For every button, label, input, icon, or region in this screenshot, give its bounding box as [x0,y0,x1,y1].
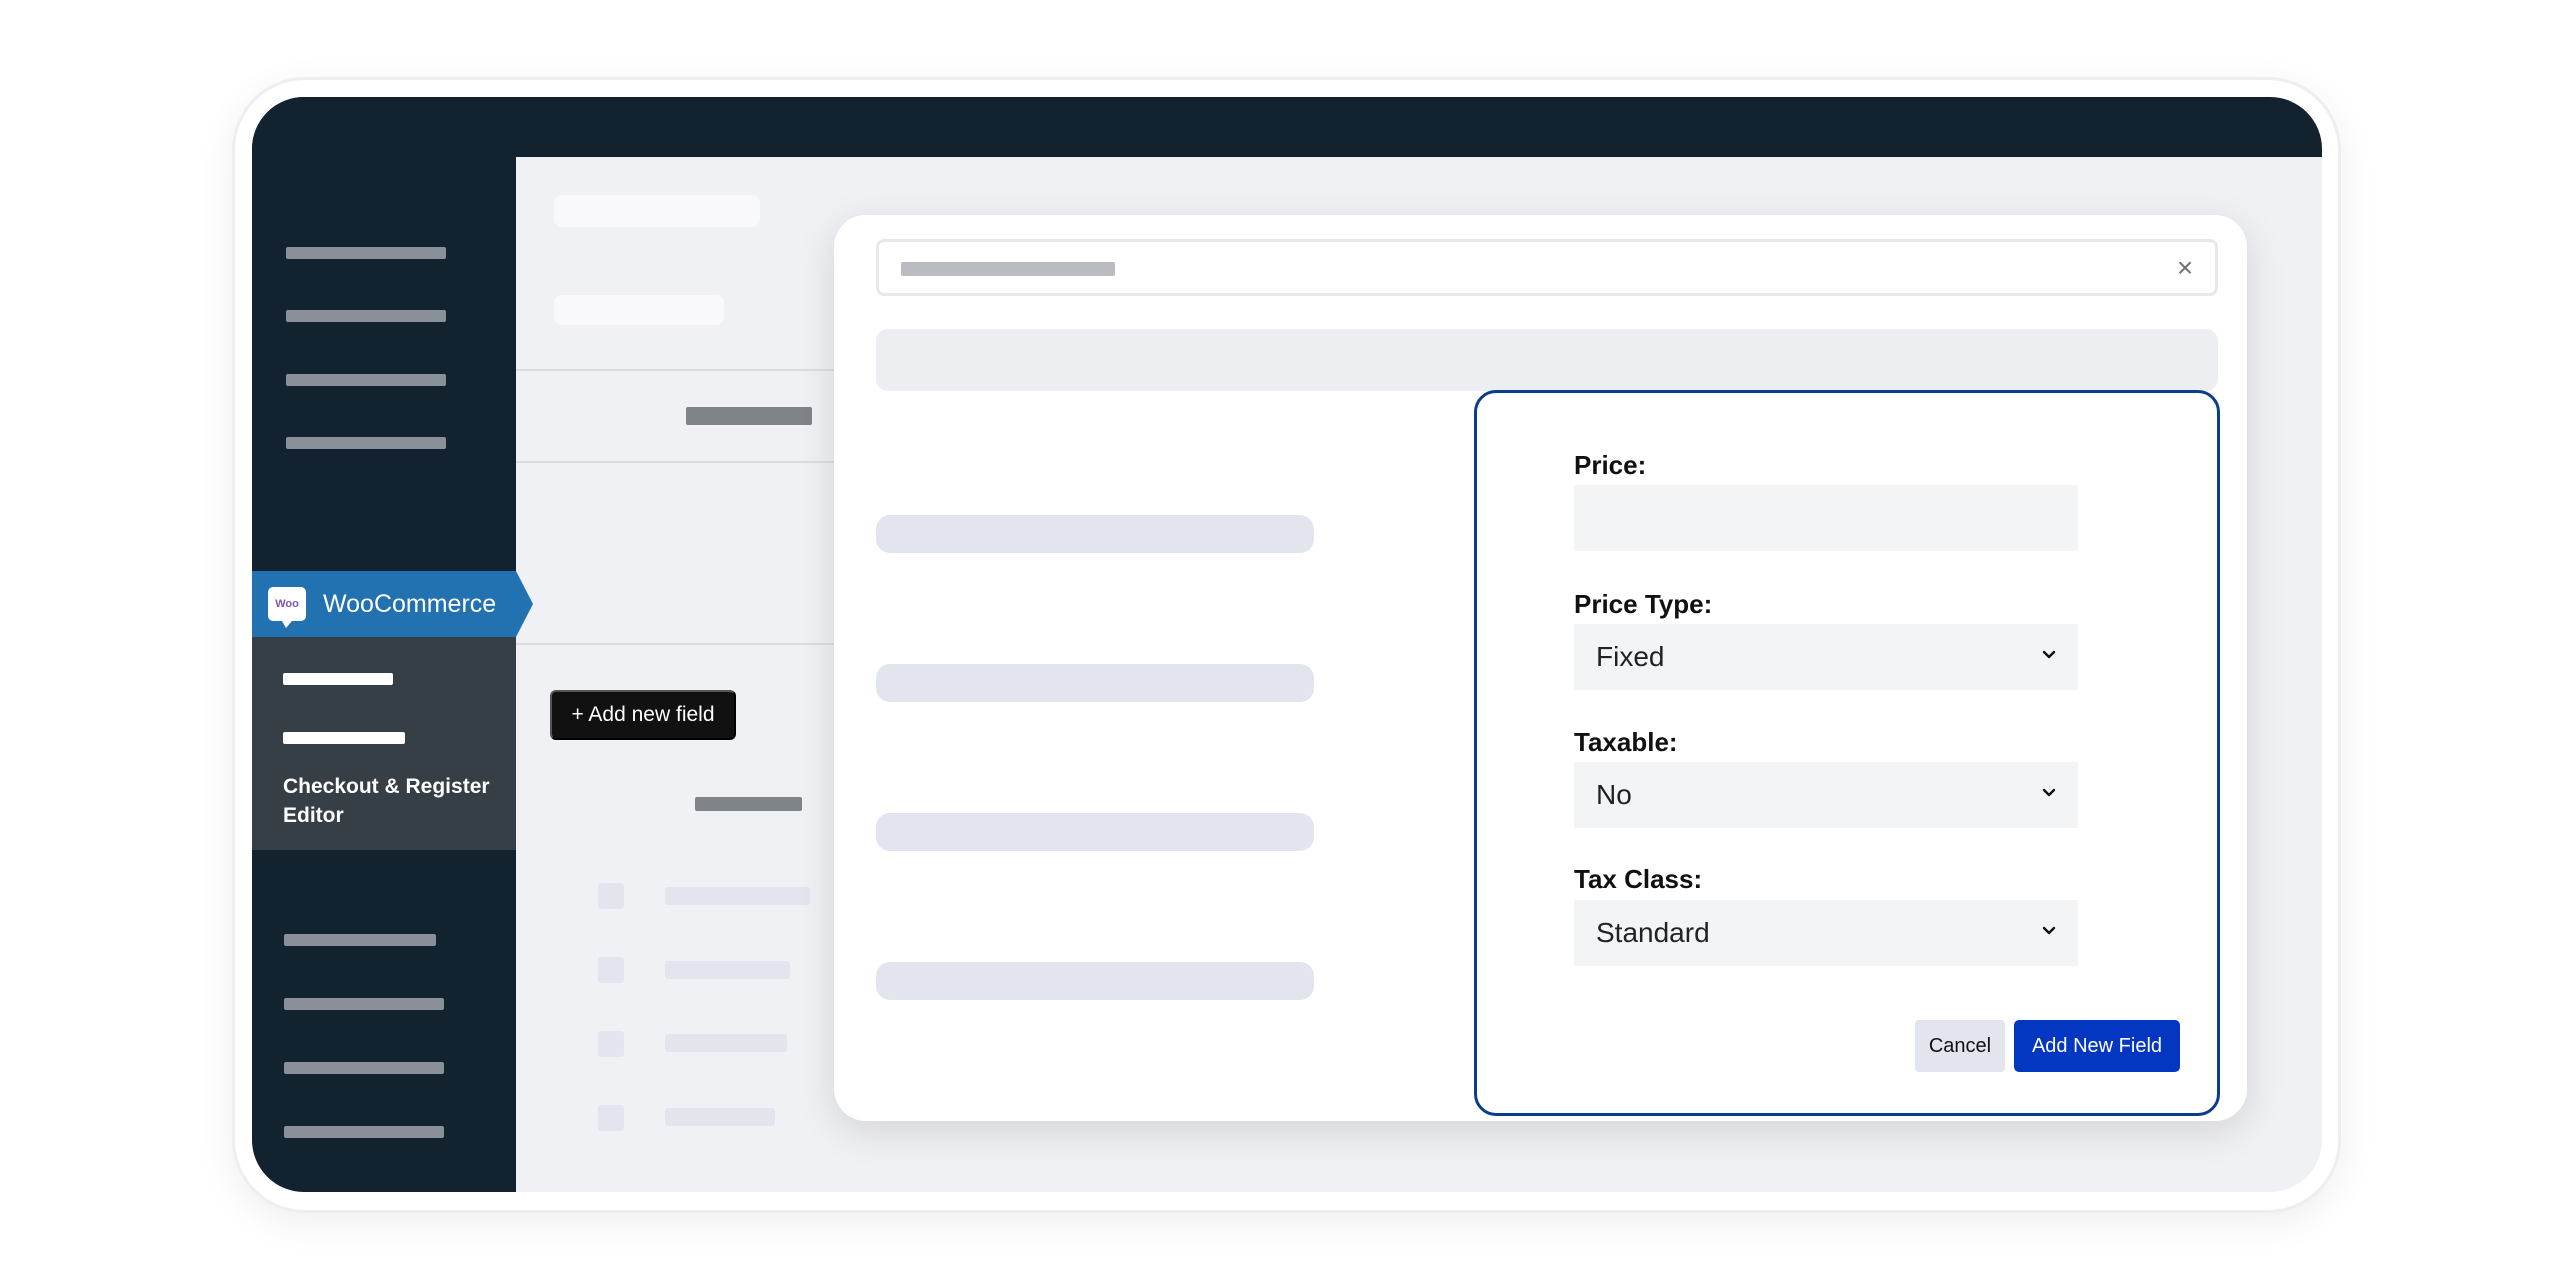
chevron-down-icon [2042,788,2056,797]
sidebar-item-placeholder[interactable] [286,247,446,259]
row-checkbox [598,883,624,909]
field-settings-form: Price: Price Type: Fixed Taxable: No Tax… [1474,390,2220,1116]
add-field-modal: × Price: Price Type: Fixed Taxable: No T… [834,215,2247,1121]
search-placeholder [901,262,1115,276]
row-text [665,1108,775,1126]
app-screen: Checkout & Register Editor Woo WooCommer… [252,97,2322,1192]
sidebar-item-placeholder[interactable] [284,1126,444,1138]
sidebar-item-placeholder[interactable] [286,310,446,322]
admin-top-bar [252,97,2322,157]
placeholder-column-header [695,797,802,811]
sidebar-item-placeholder[interactable] [286,374,446,386]
admin-sidebar: Checkout & Register Editor [252,97,516,1192]
tax-class-value: Standard [1596,917,1710,948]
modal-search-field[interactable]: × [876,239,2218,296]
field-type-option[interactable] [876,962,1314,1000]
sidebar-item-placeholder[interactable] [284,934,436,946]
price-input[interactable] [1574,485,2078,551]
submenu-item-checkout-register-editor[interactable]: Checkout & Register Editor [283,772,508,830]
placeholder-heading [686,407,812,425]
woo-logo-text: Woo [275,598,299,610]
row-text [665,1034,787,1052]
row-text [665,961,790,979]
field-type-option[interactable] [876,664,1314,702]
woocommerce-submenu: Checkout & Register Editor [252,637,516,850]
taxable-value: No [1596,779,1632,810]
row-checkbox [598,957,624,983]
sidebar-item-placeholder[interactable] [284,998,444,1010]
row-checkbox [598,1105,624,1131]
add-new-field-submit-button[interactable]: Add New Field [2014,1020,2180,1072]
price-type-select[interactable]: Fixed [1574,624,2078,690]
taxable-select[interactable]: No [1574,762,2078,828]
row-checkbox [598,1031,624,1057]
submenu-item-placeholder[interactable] [283,732,405,744]
sidebar-item-woocommerce[interactable]: Woo WooCommerce [252,571,533,637]
placeholder-title [554,195,760,227]
tax-class-select[interactable]: Standard [1574,900,2078,966]
cancel-button[interactable]: Cancel [1915,1020,2005,1072]
taxable-label: Taxable: [1574,727,1678,757]
divider [516,643,846,645]
field-type-option[interactable] [876,515,1314,553]
chevron-down-icon [2042,650,2056,659]
submenu-item-placeholder[interactable] [283,673,393,685]
add-new-field-button[interactable]: + Add new field [550,690,736,740]
price-type-label: Price Type: [1574,589,1713,619]
chevron-down-icon [2042,926,2056,935]
sidebar-item-placeholder[interactable] [286,437,446,449]
modal-toolbar-placeholder [876,329,2218,391]
row-text [665,887,810,905]
divider [516,369,846,371]
price-label: Price: [1574,450,1647,480]
close-icon[interactable]: × [2167,250,2203,286]
divider [516,461,846,463]
tax-class-label: Tax Class: [1574,864,1703,894]
price-type-value: Fixed [1596,641,1665,672]
placeholder-subtitle [554,295,724,325]
sidebar-item-label: WooCommerce [323,589,497,618]
field-type-option[interactable] [876,813,1314,851]
woocommerce-logo-icon: Woo [268,587,306,628]
sidebar-item-placeholder[interactable] [284,1062,444,1074]
add-new-field-label: + Add new field [571,703,715,726]
